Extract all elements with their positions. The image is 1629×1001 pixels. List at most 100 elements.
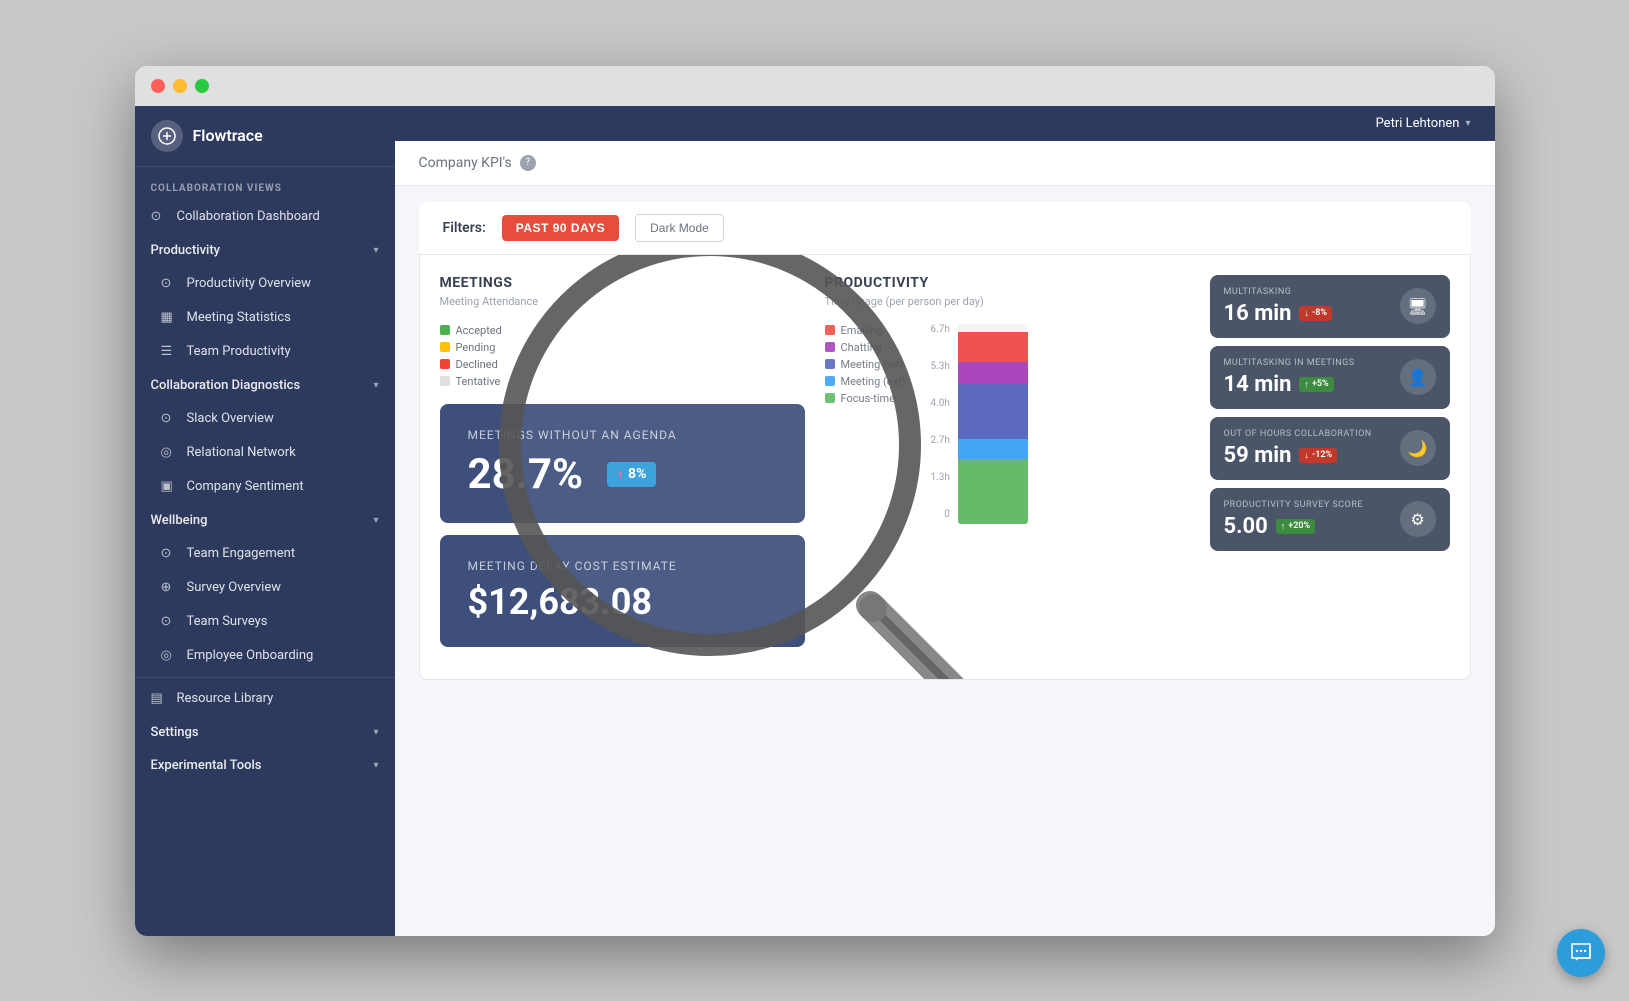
multitasking-icon: 🖥 — [1400, 288, 1436, 324]
legend-declined-dot — [440, 359, 450, 369]
filters-label: Filters: — [443, 220, 486, 236]
sidebar-divider — [135, 677, 395, 678]
slack-overview-icon: ⊙ — [161, 411, 177, 427]
sidebar-item-label: Productivity Overview — [187, 276, 311, 291]
sidebar-item-survey-overview[interactable]: ⊕ Survey Overview — [145, 571, 395, 605]
legend-meeting-ext-dot — [825, 376, 835, 386]
kpi-card-multitasking-meetings: MULTITASKING IN MEETINGS 14 min ↑ +5% — [1210, 346, 1450, 409]
sidebar-item-label: Employee Onboarding — [187, 648, 314, 663]
kpi-multitasking-badge: ↓ -8% — [1299, 306, 1332, 321]
bar-chatting — [958, 362, 1028, 384]
legend-emailing-label: Emailing — [841, 324, 883, 337]
trend-text: -8% — [1312, 308, 1327, 318]
content-header: Company KPI's ? — [395, 141, 1495, 186]
sidebar-item-company-sentiment[interactable]: ▣ Company Sentiment — [145, 470, 395, 504]
user-dropdown-icon[interactable]: ▾ — [1465, 118, 1470, 129]
bar-emailing — [958, 332, 1028, 362]
legend-declined: Declined — [440, 358, 805, 371]
bar-meeting-int — [958, 384, 1028, 439]
sidebar-group-collab-diagnostics[interactable]: Collaboration Diagnostics ▾ — [135, 369, 395, 402]
chat-button[interactable] — [1557, 929, 1605, 977]
close-button[interactable] — [151, 79, 165, 93]
sidebar-item-label: Team Surveys — [187, 614, 268, 629]
trend-up-icon: ↑ — [617, 466, 624, 483]
wellbeing-sub-items: ⊙ Team Engagement ⊕ Survey Overview ⊙ Te… — [135, 537, 395, 673]
help-icon[interactable]: ? — [520, 155, 536, 171]
user-name: Petri Lehtonen — [1376, 116, 1460, 131]
employee-onboarding-icon: ◎ — [161, 648, 177, 664]
sidebar-item-label: Collaboration Dashboard — [177, 209, 320, 224]
legend-declined-label: Declined — [456, 358, 498, 371]
legend-pending-label: Pending — [456, 341, 496, 354]
content-area: Company KPI's ? Filters: PAST 90 DAYS Da… — [395, 141, 1495, 936]
delay-card-label: MEETING DELAY COST ESTIMATE — [468, 559, 777, 573]
sidebar-item-resource-library[interactable]: ▤ Resource Library — [135, 682, 395, 716]
legend-pending-dot — [440, 342, 450, 352]
sidebar-item-label: Company Sentiment — [187, 479, 304, 494]
trend-up-icon: ↑ — [1281, 521, 1286, 532]
relational-network-icon: ◎ — [161, 445, 177, 461]
legend-focus-time: Focus-time — [825, 392, 915, 405]
filter-past-90-button[interactable]: PAST 90 DAYS — [502, 215, 619, 241]
trend-text: +20% — [1288, 521, 1310, 531]
agenda-card-label: MEETINGS WITHOUT AN AGENDA — [468, 428, 777, 442]
legend-meeting-int: Meeting (int) — [825, 358, 915, 371]
sidebar-item-team-engagement[interactable]: ⊙ Team Engagement — [145, 537, 395, 571]
kpi-multitasking-label: MULTITASKING — [1224, 287, 1333, 297]
kpi-out-of-hours-value: 59 min — [1224, 443, 1292, 468]
sidebar-item-meeting-statistics[interactable]: ▦ Meeting Statistics — [145, 301, 395, 335]
delay-card-value: $12,683.08 — [468, 581, 777, 623]
y-axis-5: 5.3h — [931, 361, 950, 372]
sidebar-item-team-productivity[interactable]: ☰ Team Productivity — [145, 335, 395, 369]
trend-value: 8% — [628, 466, 646, 482]
y-axis-2: 1.3h — [931, 472, 950, 483]
delay-card: MEETING DELAY COST ESTIMATE $12,683.08 — [440, 535, 805, 647]
legend-emailing-dot — [825, 325, 835, 335]
app-name: Flowtrace — [193, 126, 263, 145]
sidebar-item-relational-network[interactable]: ◎ Relational Network — [145, 436, 395, 470]
meetings-subtitle: Meeting Attendance — [440, 295, 805, 308]
sidebar-item-team-surveys[interactable]: ⊙ Team Surveys — [145, 605, 395, 639]
sidebar-group-experimental[interactable]: Experimental Tools ▾ — [135, 749, 395, 782]
kpi-card-multitasking: MULTITASKING 16 min ↓ -8% — [1210, 275, 1450, 338]
experimental-label: Experimental Tools — [151, 758, 262, 773]
legend-meeting-int-label: Meeting (int) — [841, 358, 903, 371]
kpi-productivity-survey-badge: ↑ +20% — [1276, 519, 1315, 534]
sidebar-item-productivity-overview[interactable]: ⊙ Productivity Overview — [145, 267, 395, 301]
sidebar-group-settings[interactable]: Settings ▾ — [135, 716, 395, 749]
productivity-title: PRODUCTIVITY — [825, 275, 1190, 291]
trend-down-icon: ↓ — [1304, 308, 1309, 319]
legend-meeting-int-dot — [825, 359, 835, 369]
sidebar-item-slack-overview[interactable]: ⊙ Slack Overview — [145, 402, 395, 436]
collab-views-label: COLLABORATION VIEWS — [135, 167, 395, 200]
legend-pending: Pending — [440, 341, 805, 354]
filter-dark-mode-button[interactable]: Dark Mode — [635, 214, 724, 242]
minimize-button[interactable] — [173, 79, 187, 93]
legend-meeting-ext-label: Meeting (ext) — [841, 375, 906, 388]
legend-tentative-label: Tentative — [456, 375, 501, 388]
chevron-down-icon: ▾ — [373, 380, 378, 391]
agenda-card: MEETINGS WITHOUT AN AGENDA 28.7% ↑ 8% — [440, 404, 805, 523]
sidebar-group-wellbeing[interactable]: Wellbeing ▾ — [135, 504, 395, 537]
maximize-button[interactable] — [195, 79, 209, 93]
sidebar-header: Flowtrace — [135, 106, 395, 167]
y-axis-6: 6.7h — [931, 324, 950, 335]
kpi-out-of-hours-badge: ↓ -12% — [1299, 448, 1337, 463]
team-engagement-icon: ⊙ — [161, 546, 177, 562]
sidebar-item-label: Survey Overview — [187, 580, 282, 595]
sidebar-item-collab-dashboard[interactable]: ⊙ Collaboration Dashboard — [135, 200, 395, 234]
chevron-down-icon: ▾ — [373, 515, 378, 526]
sidebar-group-productivity[interactable]: Productivity ▾ — [135, 234, 395, 267]
agenda-card-value: 28.7% — [468, 450, 584, 499]
sidebar-item-label: Slack Overview — [187, 411, 274, 426]
chevron-right-icon: ▾ — [373, 727, 378, 738]
out-of-hours-icon: 🌙 — [1400, 430, 1436, 466]
top-header: Petri Lehtonen ▾ — [395, 106, 1495, 141]
legend-focus-time-dot — [825, 393, 835, 403]
legend-accepted: Accepted — [440, 324, 805, 337]
stacked-bar-chart — [958, 324, 1028, 524]
legend-meeting-ext: Meeting (ext) — [825, 375, 915, 388]
sidebar-item-label: Team Productivity — [187, 344, 291, 359]
sidebar-item-employee-onboarding[interactable]: ◎ Employee Onboarding — [145, 639, 395, 673]
app-logo — [151, 120, 183, 152]
